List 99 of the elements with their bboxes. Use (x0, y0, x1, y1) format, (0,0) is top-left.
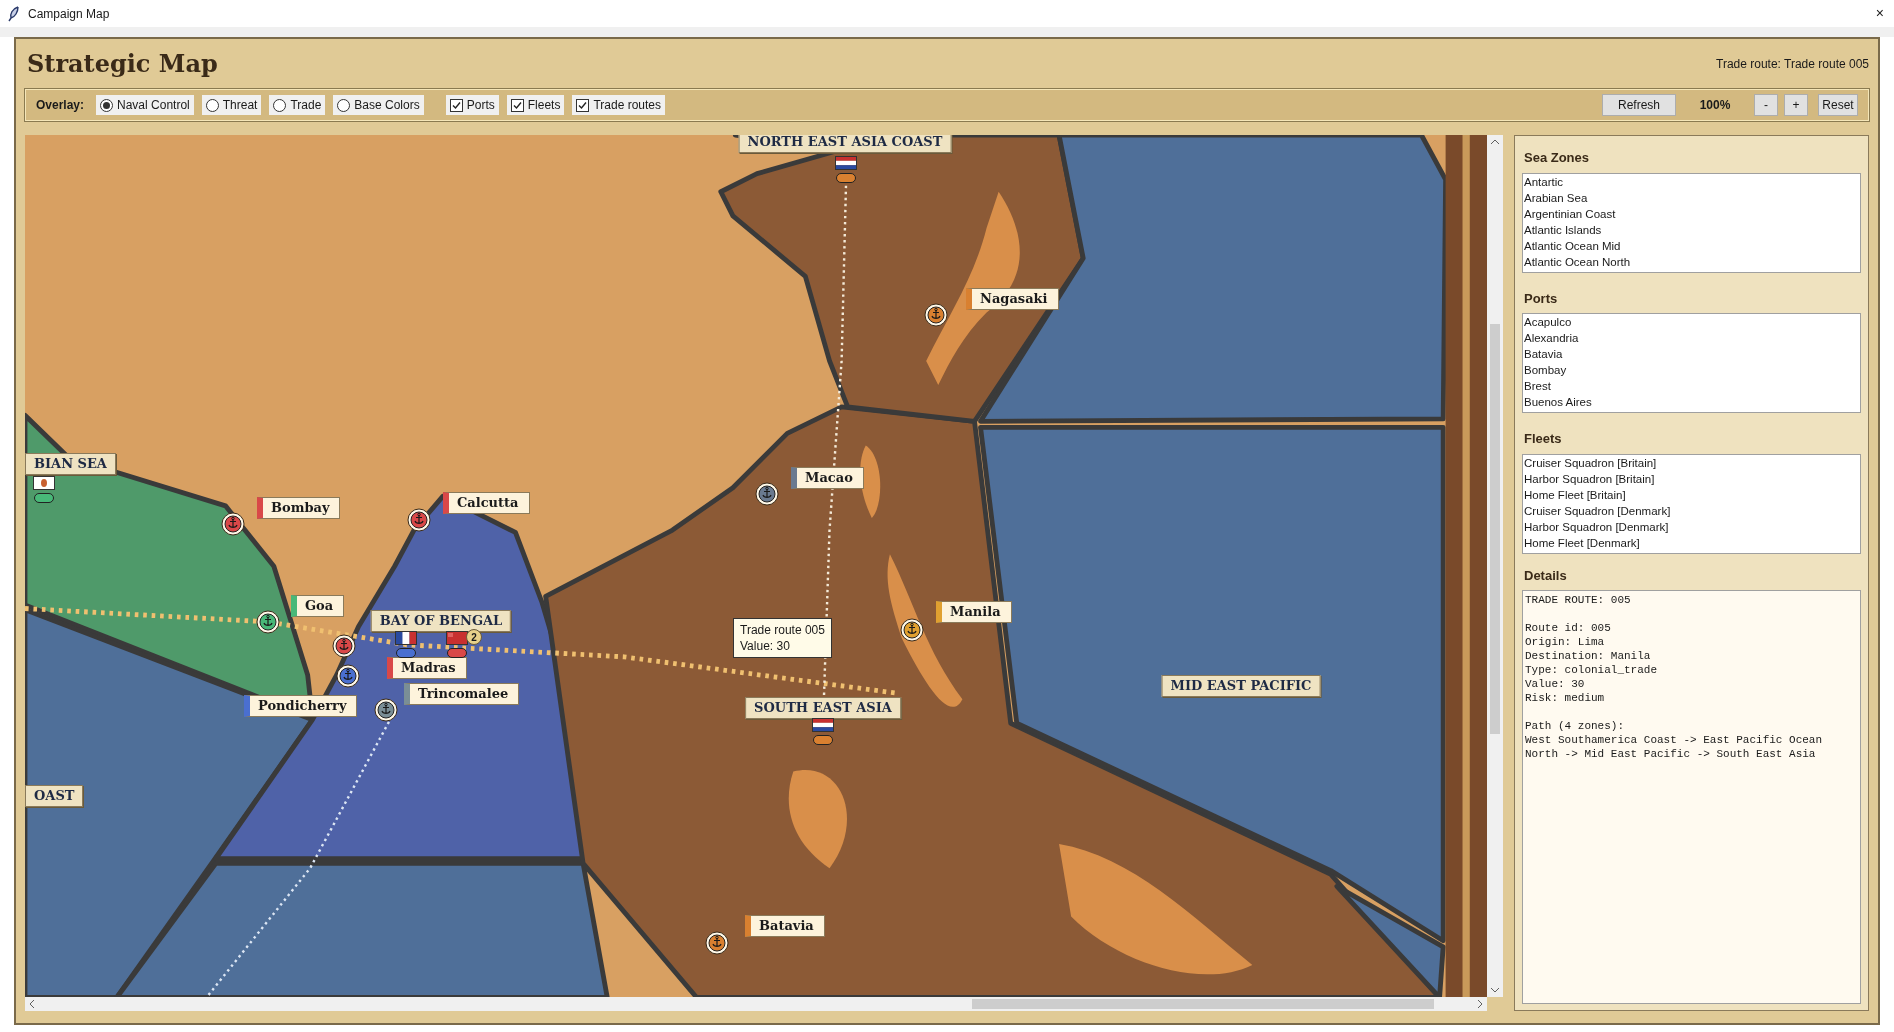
tooltip-text: Value: 30 (740, 638, 791, 654)
refresh-button[interactable]: Refresh (1602, 94, 1676, 116)
window-title: Campaign Map (28, 5, 110, 23)
port-label[interactable]: Pondicherry (244, 695, 358, 717)
port-marker[interactable] (336, 664, 360, 688)
scroll-up-icon[interactable] (1491, 139, 1499, 144)
list-item[interactable]: Alexandria (1524, 330, 1859, 346)
map-canvas[interactable]: NORTH EAST ASIA COAST BIAN SEA BAY OF BENGAL SOUTH EAST ASIA MID EAST PACIFIC OAST Bombay Calcutta Goa Madras Pondicherry Trincomalee Macao Nagasaki Manila Batavia 2 Trade route 005 Value: 30 (25, 135, 1487, 997)
check-icon (512, 100, 522, 110)
list-item[interactable]: Atlantic Ocean Mid (1524, 237, 1859, 254)
port-label[interactable]: Madras (387, 657, 467, 679)
port-marker[interactable] (374, 698, 398, 722)
layer-checkbox[interactable]: Ports (445, 95, 499, 115)
zone-label: MID EAST PACIFIC (1161, 675, 1321, 697)
list-item[interactable]: Atlantic Islands (1524, 221, 1859, 238)
overlay-radio[interactable]: Trade (269, 95, 326, 115)
list-item[interactable]: Arabian Sea (1524, 189, 1859, 206)
scrollbar-thumb[interactable] (1490, 324, 1500, 734)
zone-label: OAST (25, 785, 84, 807)
list-item[interactable]: Bombay (1524, 362, 1859, 378)
list-item[interactable]: Buenos Aires (1524, 394, 1859, 410)
detail-line: Route id: 005 (1525, 621, 1612, 635)
section-title: Ports (1524, 289, 1559, 308)
list-item[interactable]: Brest (1524, 378, 1859, 394)
horizontal-scrollbar[interactable] (25, 997, 1487, 1011)
list-item[interactable]: Batavia (1524, 346, 1859, 362)
tooltip-text: Trade route 005 (740, 622, 825, 638)
detail-line: TRADE ROUTE: 005 (1525, 593, 1632, 607)
check-icon (578, 100, 588, 110)
flag-icon (812, 718, 834, 732)
section-title: Fleets (1524, 430, 1563, 448)
layer-checkbox[interactable]: Fleets (506, 95, 565, 115)
fleet-marker[interactable] (34, 493, 54, 503)
port-label[interactable]: Goa (291, 595, 345, 617)
zone-label: BAY OF BENGAL (370, 610, 512, 632)
scroll-left-icon[interactable] (29, 1000, 34, 1008)
detail-line: Value: 30 (1525, 677, 1586, 691)
list-item[interactable]: Harbor Squadron [Britain] (1524, 470, 1859, 487)
scroll-down-icon[interactable] (1491, 988, 1499, 993)
zone-label: SOUTH EAST ASIA (745, 697, 901, 719)
zone-label: BIAN SEA (25, 453, 116, 475)
close-button[interactable]: × (1875, 3, 1884, 24)
port-label[interactable]: Calcutta (443, 492, 530, 514)
flag-icon (446, 631, 468, 645)
port-label[interactable]: Macao (791, 467, 864, 489)
zoom-in-button[interactable]: + (1784, 94, 1808, 116)
section-title: Details (1524, 566, 1568, 585)
fleet-marker[interactable] (447, 648, 467, 658)
zoom-out-button[interactable]: - (1754, 94, 1778, 116)
port-label[interactable]: Batavia (745, 915, 825, 937)
port-marker[interactable] (407, 508, 431, 532)
port-marker[interactable] (924, 303, 948, 327)
check-icon (451, 100, 461, 110)
overlay-radio[interactable]: Naval Control (96, 95, 194, 115)
port-marker[interactable] (221, 512, 245, 536)
detail-line: Destination: Manila (1525, 649, 1652, 663)
fleet-marker[interactable] (813, 735, 833, 745)
section-title: Sea Zones (1524, 149, 1591, 167)
list-item[interactable]: Home Fleet [Denmark] (1524, 534, 1859, 551)
port-label[interactable]: Nagasaki (966, 288, 1059, 310)
port-marker[interactable] (332, 634, 356, 658)
fleet-marker[interactable] (396, 648, 416, 658)
detail-line: Origin: Lima (1525, 635, 1606, 649)
port-label[interactable]: Trincomalee (404, 683, 520, 705)
list-item[interactable]: Antartic (1524, 173, 1859, 190)
overlay-label: Overlay: (36, 97, 85, 114)
port-marker[interactable] (256, 610, 280, 634)
scroll-right-icon[interactable] (1478, 1000, 1483, 1008)
port-marker[interactable] (900, 618, 924, 642)
list-item[interactable]: Atlantic Ocean North (1524, 253, 1859, 270)
detail-line: Type: colonial_trade (1525, 663, 1659, 677)
detail-line: Path (4 zones): (1525, 719, 1626, 733)
page-title: Strategic Map (27, 48, 218, 80)
reset-button[interactable]: Reset (1818, 94, 1858, 116)
list-item[interactable]: Cruiser Squadron [Britain] (1524, 454, 1859, 471)
flag-icon (835, 156, 857, 170)
list-item[interactable]: Acapulco (1524, 314, 1859, 330)
zone-label: NORTH EAST ASIA COAST (738, 135, 952, 153)
status-text: Trade route: Trade route 005 (1716, 56, 1869, 73)
detail-line: Risk: medium (1525, 691, 1606, 705)
flag-icon (395, 631, 417, 645)
layer-checkbox[interactable]: Trade routes (572, 95, 665, 115)
port-marker[interactable] (755, 482, 779, 506)
overlay-radio[interactable]: Base Colors (333, 95, 424, 115)
port-marker[interactable] (705, 931, 729, 955)
list-item[interactable]: Harbor Squadron [Denmark] (1524, 518, 1859, 535)
scrollbar-thumb[interactable] (972, 999, 1434, 1009)
detail-line: West Southamerica Coast -> East Pacific Ocean North -> Mid East Pacific -> South East Asia (1525, 733, 1824, 761)
zoom-level: 100% (1698, 97, 1732, 114)
overlay-radio[interactable]: Threat (201, 95, 262, 115)
feather-icon (8, 5, 20, 22)
list-item[interactable]: Cruiser Squadron [Denmark] (1524, 502, 1859, 519)
vertical-scrollbar[interactable] (1487, 135, 1503, 997)
port-label[interactable]: Manila (936, 601, 1012, 623)
list-item[interactable]: Argentinian Coast (1524, 205, 1859, 222)
port-label[interactable]: Bombay (257, 497, 341, 519)
list-item[interactable]: Home Fleet [Britain] (1524, 486, 1859, 503)
flag-icon (33, 476, 55, 490)
fleet-marker[interactable] (836, 173, 856, 183)
